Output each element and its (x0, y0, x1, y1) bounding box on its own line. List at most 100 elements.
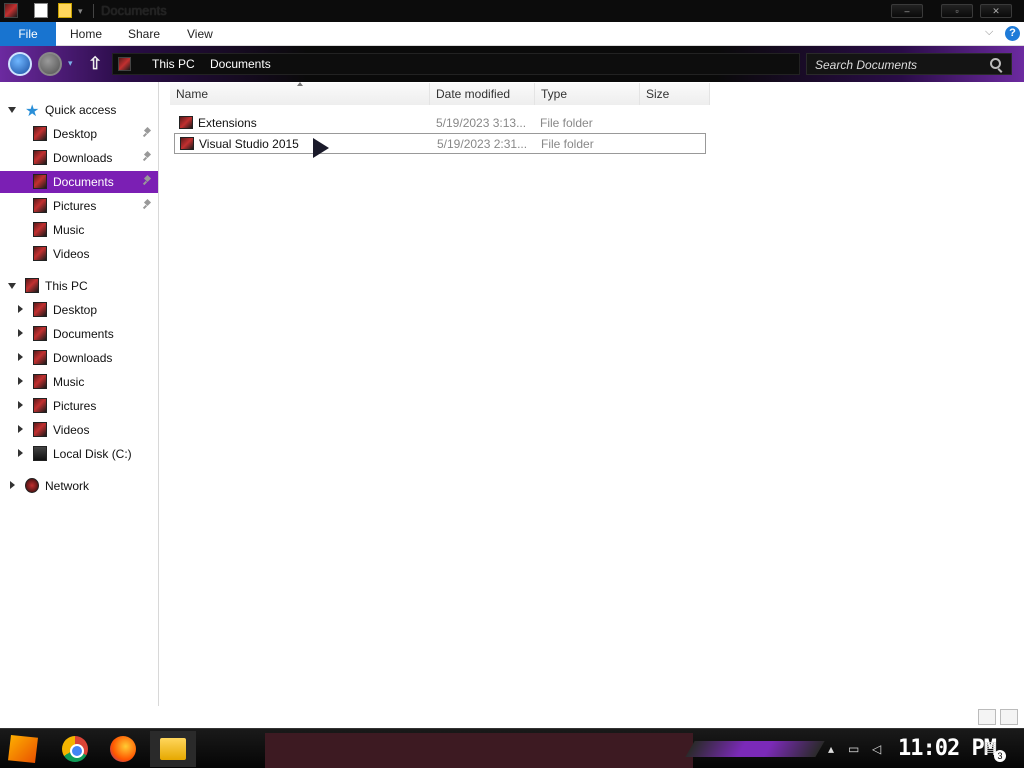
properties-icon[interactable] (34, 3, 48, 18)
sidebar-item-label: Videos (53, 423, 90, 437)
sidebar-item-pc-pictures[interactable]: Pictures (0, 395, 158, 417)
sidebar-item-label: Pictures (53, 399, 97, 413)
sidebar-item-label: Videos (53, 247, 90, 261)
expand-icon[interactable] (18, 449, 23, 457)
sidebar-item-pc-desktop[interactable]: Desktop (0, 299, 158, 321)
start-button[interactable] (8, 735, 38, 763)
expand-icon[interactable] (18, 377, 23, 385)
expand-icon[interactable] (18, 329, 23, 337)
network-tray-icon[interactable]: ▭ (848, 742, 859, 756)
expand-icon[interactable] (8, 107, 16, 113)
file-date-modified: 5/19/2023 3:13... (436, 116, 527, 130)
new-folder-icon[interactable] (58, 3, 72, 18)
chrome-icon[interactable] (62, 736, 88, 762)
notification-count-badge: 3 (994, 750, 1006, 762)
sidebar-item-downloads[interactable]: Downloads (0, 147, 158, 169)
sidebar-item-pc-downloads[interactable]: Downloads (0, 347, 158, 369)
sidebar-item-pc-music[interactable]: Music (0, 371, 158, 393)
sidebar-item-pc-documents[interactable]: Documents (0, 323, 158, 345)
up-button[interactable]: ⇧ (88, 54, 102, 74)
column-header-name[interactable]: Name (170, 83, 430, 105)
pin-icon (143, 152, 152, 161)
large-icons-view-button[interactable] (1000, 709, 1018, 725)
sidebar-item-pictures[interactable]: Pictures (0, 195, 158, 217)
maximize-button[interactable]: ▫ (941, 4, 973, 18)
sidebar-item-label: Documents (53, 175, 114, 189)
taskbar: ▴ ▭ ◁ 11:02 PM ▤ 3 (0, 728, 1024, 768)
expand-icon[interactable] (8, 283, 16, 289)
sidebar-item-label: Network (45, 479, 90, 493)
videos-folder-icon (33, 246, 47, 261)
sidebar-item-videos[interactable]: Videos (0, 243, 158, 265)
recent-locations-icon[interactable]: ▾ (68, 58, 73, 69)
desktop-folder-icon (33, 126, 47, 141)
taskbar-clock[interactable]: 11:02 PM (898, 736, 997, 761)
taskbar-band (265, 733, 693, 768)
computer-icon (25, 278, 39, 293)
file-type: File folder (541, 137, 594, 151)
minimize-button[interactable]: – (891, 4, 923, 18)
folder-icon (179, 116, 193, 129)
file-row[interactable]: Extensions 5/19/2023 3:13... File folder (174, 113, 706, 134)
sidebar-item-pc-videos[interactable]: Videos (0, 419, 158, 441)
close-button[interactable]: ✕ (980, 4, 1012, 18)
show-hidden-icons-icon[interactable]: ▴ (828, 742, 834, 756)
documents-folder-icon (33, 326, 47, 341)
details-view-button[interactable] (978, 709, 996, 725)
expand-icon[interactable] (18, 353, 23, 361)
tab-view[interactable]: View (173, 22, 227, 46)
pictures-folder-icon (33, 198, 47, 213)
sidebar-item-music[interactable]: Music (0, 219, 158, 241)
sidebar-item-label: Documents (53, 327, 114, 341)
sidebar-item-local-disk[interactable]: Local Disk (C:) (0, 443, 158, 465)
expand-icon[interactable] (18, 305, 23, 313)
sidebar-item-label: Desktop (53, 303, 98, 317)
sidebar-item-label: Downloads (53, 351, 113, 365)
breadcrumb-this-pc[interactable]: This PC (152, 57, 195, 71)
help-icon[interactable]: ? (1005, 26, 1020, 41)
search-input[interactable]: Search Documents (815, 58, 917, 72)
tab-file[interactable]: File (0, 22, 56, 46)
column-header-type[interactable]: Type (535, 83, 640, 105)
location-folder-icon (118, 57, 131, 71)
search-box[interactable]: Search Documents (806, 53, 1012, 75)
music-folder-icon (33, 222, 47, 237)
downloads-folder-icon (33, 350, 47, 365)
file-name: Visual Studio 2015 (199, 137, 299, 151)
tab-share[interactable]: Share (114, 22, 174, 46)
sidebar-item-label: This PC (45, 279, 88, 293)
sidebar-item-label: Downloads (53, 151, 113, 165)
firefox-icon[interactable] (110, 736, 136, 762)
address-bar[interactable]: This PC Documents (112, 53, 800, 75)
tab-home[interactable]: Home (56, 22, 116, 46)
search-icon[interactable] (990, 58, 1001, 69)
breadcrumb-documents[interactable]: Documents (210, 57, 271, 71)
expand-ribbon-icon[interactable]: ⌵ (985, 26, 993, 39)
file-type: File folder (540, 116, 593, 130)
column-header-size[interactable]: Size (640, 83, 710, 105)
file-explorer-icon[interactable] (160, 738, 186, 760)
pictures-folder-icon (33, 398, 47, 413)
sidebar-item-network[interactable]: Network (0, 475, 158, 497)
column-header-date-modified[interactable]: Date modified (430, 83, 535, 105)
pin-icon (143, 128, 152, 137)
volume-icon[interactable]: ◁ (872, 742, 881, 756)
documents-folder-icon (33, 174, 47, 189)
window-title: Documents (101, 3, 167, 18)
expand-icon[interactable] (10, 481, 15, 489)
sort-ascending-icon (297, 82, 303, 86)
expand-icon[interactable] (18, 401, 23, 409)
sidebar-item-this-pc[interactable]: This PC (0, 275, 158, 297)
customize-toolbar-icon[interactable]: ▾ (78, 6, 83, 17)
explorer-pane: ★ Quick access Desktop Downloads Documen… (0, 82, 1024, 728)
sidebar-item-documents[interactable]: Documents (0, 171, 158, 193)
sidebar-item-quick-access[interactable]: ★ Quick access (0, 99, 158, 121)
tray-decoration (685, 741, 825, 757)
file-row[interactable]: Visual Studio 2015 5/19/2023 2:31... Fil… (174, 133, 706, 154)
forward-button[interactable] (38, 52, 62, 76)
back-button[interactable] (8, 52, 32, 76)
sidebar-item-desktop[interactable]: Desktop (0, 123, 158, 145)
navigation-pane: ★ Quick access Desktop Downloads Documen… (0, 82, 159, 706)
sidebar-item-label: Pictures (53, 199, 97, 213)
expand-icon[interactable] (18, 425, 23, 433)
